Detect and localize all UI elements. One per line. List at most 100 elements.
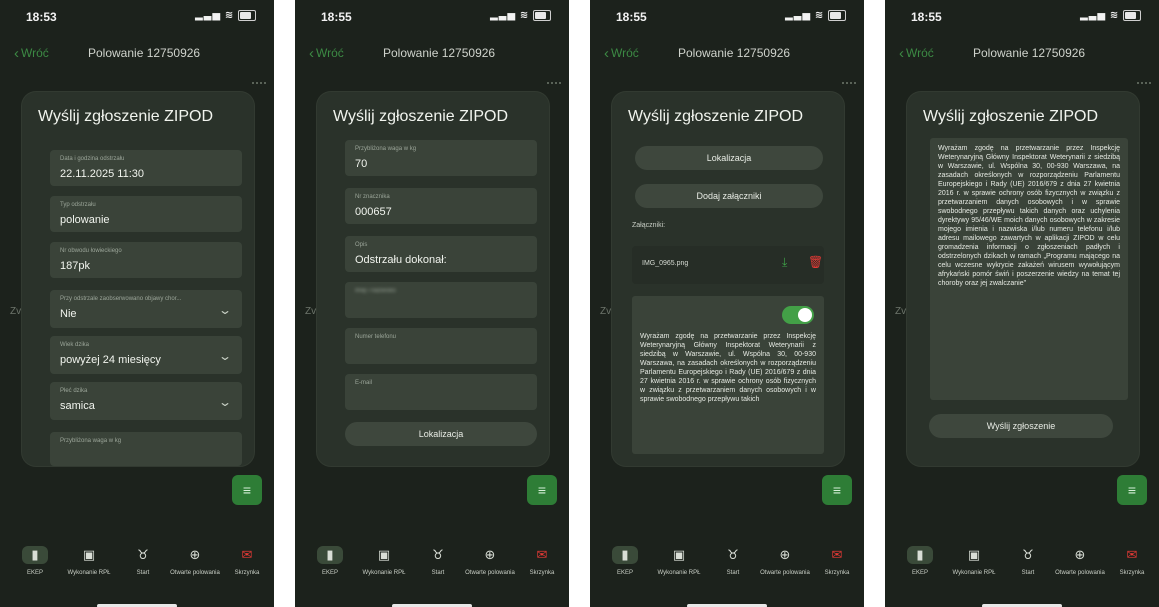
calendar-icon: ▣	[377, 547, 391, 562]
chevron-down-icon: ⌄	[217, 349, 233, 363]
field-label: Nr obwodu łowieckiego	[60, 248, 122, 254]
modal-title: Wyślij zgłoszenie ZIPOD	[628, 108, 804, 125]
tab-wykonanie[interactable]: ▣ Wykonanie RPŁ	[357, 546, 411, 577]
underlay-dots	[842, 82, 856, 92]
tab-ekep[interactable]: ▮ EKEP	[8, 546, 62, 577]
download-icon[interactable]: ⤓	[782, 255, 787, 270]
tab-label: Otwarte polowania	[760, 570, 810, 576]
trash-icon[interactable]: 🗑	[808, 255, 823, 269]
nav-bar: ‹ Wróć Polowanie 12750926	[590, 40, 864, 66]
menu-button[interactable]: ≡	[822, 475, 852, 505]
boar-icon: ♉	[727, 547, 739, 562]
field-label: Przy odstrzale zaobserwowano objawy chor…	[60, 296, 182, 302]
field-value: powyżej 24 miesięcy	[60, 354, 161, 366]
battery-icon	[1123, 10, 1141, 21]
ekep-icon: ▮	[612, 546, 638, 564]
tab-wykonanie[interactable]: ▣ Wykonanie RPŁ	[62, 546, 116, 577]
consent-toggle[interactable]	[782, 306, 814, 324]
menu-icon: ≡	[242, 482, 252, 498]
status-bar: 18:53 ▂▃▅ ≋	[0, 10, 274, 28]
back-button[interactable]: ‹ Wróć	[14, 45, 49, 62]
field-label: Opis	[355, 242, 368, 248]
status-icons: ▂▃▅ ≋	[195, 10, 256, 21]
tab-skrzynka[interactable]: ✉ Skrzynka	[220, 546, 274, 577]
crosshair-icon: ⊕	[779, 547, 791, 562]
calendar-icon: ▣	[82, 547, 96, 562]
send-report-button[interactable]: Wyślij zgłoszenie	[929, 414, 1113, 438]
location-button[interactable]: Lokalizacja	[345, 422, 537, 446]
add-attachments-button[interactable]: Dodaj załączniki	[635, 184, 823, 208]
weight-field[interactable]: Przybliżona waga w kg 70	[345, 140, 537, 176]
chevron-left-icon: ‹	[14, 45, 19, 62]
menu-button[interactable]: ≡	[232, 475, 262, 505]
status-bar: 18:55 ▂▃▅ ≋	[590, 10, 864, 28]
tag-number-field[interactable]: Nr znacznika 000657	[345, 188, 537, 224]
tab-start[interactable]: ♉ Start	[411, 546, 465, 577]
tab-start[interactable]: ♉ Start	[706, 546, 760, 577]
back-button[interactable]: ‹ Wróć	[604, 45, 639, 62]
name-field[interactable]: Imię i nazwisko	[345, 282, 537, 318]
field-label: E-mail	[355, 380, 373, 386]
tab-ekep[interactable]: ▮ EKEP	[598, 546, 652, 577]
tab-label: Start	[1021, 570, 1035, 576]
field-label: Płeć dzika	[60, 388, 88, 394]
field-label: Wiek dzika	[60, 342, 90, 348]
sex-select[interactable]: Płeć dzika samica ⌄	[50, 382, 242, 420]
tab-skrzynka[interactable]: ✉ Skrzynka	[810, 546, 864, 577]
date-field[interactable]: Data i godzina odstrzału 22.11.2025 11:3…	[50, 150, 242, 186]
tab-label: EKEP	[26, 570, 43, 576]
location-button[interactable]: Lokalizacja	[635, 146, 823, 170]
field-label: Przybliżona waga w kg	[60, 438, 122, 444]
description-field[interactable]: Opis Odstrzału dokonał:	[345, 236, 537, 272]
symptoms-select[interactable]: Przy odstrzale zaobserwowano objawy chor…	[50, 290, 242, 328]
field-value: Nie	[60, 308, 77, 320]
tab-wykonanie[interactable]: ▣ Wykonanie RPŁ	[947, 546, 1001, 577]
tab-label: Otwarte polowania	[1055, 570, 1105, 576]
back-label: Wróć	[906, 46, 934, 60]
inbox-icon: ✉	[536, 547, 548, 562]
menu-button[interactable]: ≡	[527, 475, 557, 505]
district-field[interactable]: Nr obwodu łowieckiego 187pk	[50, 242, 242, 278]
tab-skrzynka[interactable]: ✉ Skrzynka	[1105, 546, 1159, 577]
tab-label: Wykonanie RPŁ	[657, 570, 701, 576]
inbox-icon: ✉	[1126, 547, 1138, 562]
menu-button[interactable]: ≡	[1117, 475, 1147, 505]
tab-label: Wykonanie RPŁ	[362, 570, 406, 576]
tab-ekep[interactable]: ▮ EKEP	[303, 546, 357, 577]
status-time: 18:53	[26, 10, 57, 24]
nav-title: Polowanie 12750926	[383, 46, 496, 60]
email-field[interactable]: E-mail	[345, 374, 537, 410]
type-field[interactable]: Typ odstrzału polowanie	[50, 196, 242, 232]
wifi-icon: ≋	[1109, 10, 1120, 22]
consent-text: Wyrażam zgodę na przetwarzanie przez Ins…	[640, 333, 816, 403]
back-button[interactable]: ‹ Wróć	[899, 45, 934, 62]
inbox-icon: ✉	[831, 547, 843, 562]
age-select[interactable]: Wiek dzika powyżej 24 miesięcy ⌄	[50, 336, 242, 374]
phone-field[interactable]: Numer telefonu	[345, 328, 537, 364]
tab-otwarte[interactable]: ⊕ Otwarte polowania	[463, 546, 517, 577]
tab-skrzynka[interactable]: ✉ Skrzynka	[515, 546, 569, 577]
weight-field[interactable]: Przybliżona waga w kg	[50, 432, 242, 466]
phone-screen-1: 18:53 ▂▃▅ ≋ ‹ Wróć Polowanie 12750926 Zv …	[0, 0, 274, 607]
field-value: Odstrzału dokonał:	[355, 254, 447, 266]
consent-text: Wyrażam zgodę na przetwarzanie przez Ins…	[938, 145, 1120, 287]
tab-start[interactable]: ♉ Start	[1001, 546, 1055, 577]
field-value: 187pk	[60, 260, 90, 272]
tab-label: Otwarte polowania	[170, 570, 220, 576]
tab-otwarte[interactable]: ⊕ Otwarte polowania	[1053, 546, 1107, 577]
status-icons: ▂▃▅ ≋	[490, 10, 551, 21]
tab-wykonanie[interactable]: ▣ Wykonanie RPŁ	[652, 546, 706, 577]
status-time: 18:55	[321, 10, 352, 24]
battery-icon	[238, 10, 256, 21]
tab-ekep[interactable]: ▮ EKEP	[893, 546, 947, 577]
tab-otwarte[interactable]: ⊕ Otwarte polowania	[168, 546, 222, 577]
nav-bar: ‹ Wróć Polowanie 12750926	[0, 40, 274, 66]
status-icons: ▂▃▅ ≋	[785, 10, 846, 21]
tab-start[interactable]: ♉ Start	[116, 546, 170, 577]
ekep-icon: ▮	[22, 546, 48, 564]
back-button[interactable]: ‹ Wróć	[309, 45, 344, 62]
attachments-label: Załączniki:	[632, 222, 666, 229]
wifi-icon: ≋	[814, 10, 825, 22]
back-label: Wróć	[21, 46, 49, 60]
tab-otwarte[interactable]: ⊕ Otwarte polowania	[758, 546, 812, 577]
